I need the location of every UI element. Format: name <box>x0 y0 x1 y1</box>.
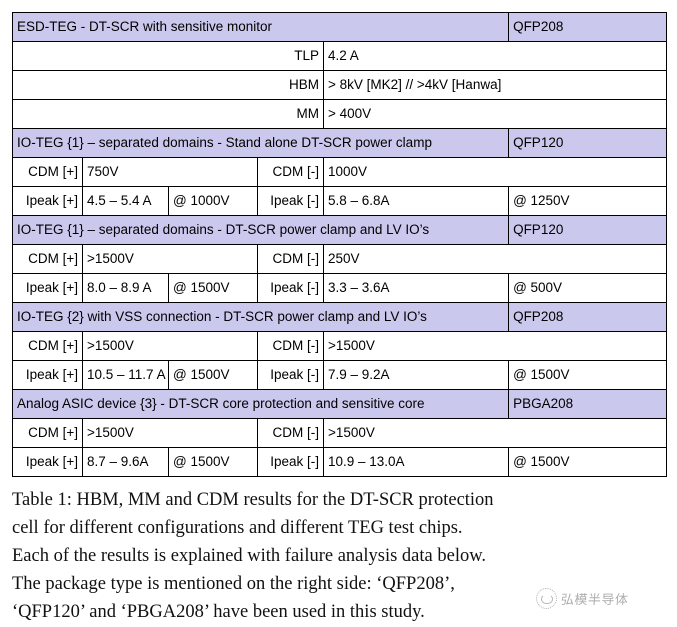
cdm-pos-value-4: >1500V <box>82 418 258 448</box>
cdm-pos-label-2: CDM [+] <box>12 244 83 274</box>
caption-line-3: Each of the results is explained with fa… <box>12 546 486 567</box>
table-row: IO-TEG {1} – separated domains - DT-SCR … <box>11 215 668 245</box>
table-row: CDM [+] >1500V CDM [-] >1500V <box>12 331 668 361</box>
ipeak-neg-label-3: Ipeak [-] <box>257 360 324 390</box>
caption-line-4: The package type is mentioned on the rig… <box>12 574 455 595</box>
section-header-4: Analog ASIC device {3} - DT-SCR core pro… <box>11 389 510 419</box>
ipeak-neg-cond-1: @ 1250V <box>508 186 668 216</box>
metric-label-hbm: HBM <box>12 70 324 100</box>
ipeak-neg-value-1: 5.8 – 6.8A <box>322 186 510 216</box>
section-header-0: ESD-TEG - DT-SCR with sensitive monitor <box>11 12 510 42</box>
ipeak-pos-cond-4: @ 1500V <box>168 447 258 477</box>
table-row: Ipeak [+] 4.5 – 5.4 A @ 1000V Ipeak [-] … <box>12 186 668 216</box>
ipeak-pos-label-3: Ipeak [+] <box>12 360 83 390</box>
cdm-neg-value-1: 1000V <box>322 157 668 187</box>
ipeak-pos-cond-3: @ 1500V <box>168 360 258 390</box>
metric-value-tlp: 4.2 A <box>322 41 668 71</box>
ipeak-pos-cond-2: @ 1500V <box>168 273 258 303</box>
table-row: Analog ASIC device {3} - DT-SCR core pro… <box>11 389 668 419</box>
cdm-pos-value-1: 750V <box>82 157 258 187</box>
table-row: CDM [+] >1500V CDM [-] 250V <box>12 244 668 274</box>
cdm-neg-label-1: CDM [-] <box>257 157 324 187</box>
results-table: ESD-TEG - DT-SCR with sensitive monitor … <box>11 12 668 477</box>
cdm-pos-label-1: CDM [+] <box>12 157 83 187</box>
cdm-neg-value-3: >1500V <box>322 331 668 361</box>
ipeak-pos-cond-1: @ 1000V <box>168 186 258 216</box>
section-header-2: IO-TEG {1} – separated domains - DT-SCR … <box>11 215 510 245</box>
metric-value-mm: > 400V <box>322 99 668 129</box>
cdm-neg-label-3: CDM [-] <box>257 331 324 361</box>
ipeak-neg-value-4: 10.9 – 13.0A <box>322 447 510 477</box>
table-row: IO-TEG {1} – separated domains - Stand a… <box>11 128 668 158</box>
section-package-4: PBGA208 <box>508 389 668 419</box>
cdm-pos-label-3: CDM [+] <box>12 331 83 361</box>
section-package-1: QFP120 <box>508 128 668 158</box>
ipeak-neg-cond-2: @ 500V <box>508 273 668 303</box>
cdm-neg-label-2: CDM [-] <box>257 244 324 274</box>
cdm-neg-label-4: CDM [-] <box>257 418 324 448</box>
table-row: Ipeak [+] 10.5 – 11.7 A @ 1500V Ipeak [-… <box>12 360 668 390</box>
page-root: ESD-TEG - DT-SCR with sensitive monitor … <box>0 0 677 626</box>
ipeak-neg-value-3: 7.9 – 9.2A <box>322 360 510 390</box>
table-row: Ipeak [+] 8.0 – 8.9 A @ 1500V Ipeak [-] … <box>12 273 668 303</box>
caption-line-5: ‘QFP120’ and ‘PBGA208’ have been used in… <box>12 602 425 623</box>
ipeak-neg-label-2: Ipeak [-] <box>257 273 324 303</box>
ipeak-pos-value-3: 10.5 – 11.7 A <box>82 360 169 390</box>
cdm-neg-value-2: 250V <box>322 244 668 274</box>
table-caption: Table 1: HBM, MM and CDM results for the… <box>12 486 667 627</box>
ipeak-pos-value-1: 4.5 – 5.4 A <box>82 186 169 216</box>
results-table-body: ESD-TEG - DT-SCR with sensitive monitor … <box>11 12 668 477</box>
ipeak-pos-label-2: Ipeak [+] <box>12 273 83 303</box>
metric-value-hbm: > 8kV [MK2] // >4kV [Hanwa] <box>322 70 668 100</box>
ipeak-neg-value-2: 3.3 – 3.6A <box>322 273 510 303</box>
ipeak-pos-label-1: Ipeak [+] <box>12 186 83 216</box>
section-header-1: IO-TEG {1} – separated domains - Stand a… <box>11 128 510 158</box>
ipeak-neg-label-1: Ipeak [-] <box>257 186 324 216</box>
section-package-2: QFP120 <box>508 215 668 245</box>
ipeak-pos-label-4: Ipeak [+] <box>12 447 83 477</box>
ipeak-neg-label-4: Ipeak [-] <box>257 447 324 477</box>
ipeak-pos-value-2: 8.0 – 8.9 A <box>82 273 169 303</box>
section-header-3: IO-TEG {2} with VSS connection - DT-SCR … <box>11 302 510 332</box>
table-row: TLP 4.2 A <box>12 41 668 71</box>
table-row: CDM [+] 750V CDM [-] 1000V <box>12 157 668 187</box>
table-row: MM > 400V <box>12 99 668 129</box>
cdm-pos-label-4: CDM [+] <box>12 418 83 448</box>
cdm-pos-value-3: >1500V <box>82 331 258 361</box>
table-row: CDM [+] >1500V CDM [-] >1500V <box>12 418 668 448</box>
table-row: HBM > 8kV [MK2] // >4kV [Hanwa] <box>12 70 668 100</box>
table-row: ESD-TEG - DT-SCR with sensitive monitor … <box>11 12 668 42</box>
section-package-0: QFP208 <box>508 12 668 42</box>
ipeak-neg-cond-3: @ 1500V <box>508 360 668 390</box>
results-table-container: ESD-TEG - DT-SCR with sensitive monitor … <box>11 12 668 477</box>
section-package-3: QFP208 <box>508 302 668 332</box>
cdm-pos-value-2: >1500V <box>82 244 258 274</box>
metric-label-mm: MM <box>12 99 324 129</box>
ipeak-pos-value-4: 8.7 – 9.6A <box>82 447 169 477</box>
metric-label-tlp: TLP <box>12 41 324 71</box>
table-row: Ipeak [+] 8.7 – 9.6A @ 1500V Ipeak [-] 1… <box>12 447 668 477</box>
table-row: IO-TEG {2} with VSS connection - DT-SCR … <box>11 302 668 332</box>
ipeak-neg-cond-4: @ 1500V <box>508 447 668 477</box>
caption-line-1: Table 1: HBM, MM and CDM results for the… <box>12 490 494 510</box>
caption-line-2: cell for different configurations and di… <box>12 518 463 539</box>
cdm-neg-value-4: >1500V <box>322 418 668 448</box>
